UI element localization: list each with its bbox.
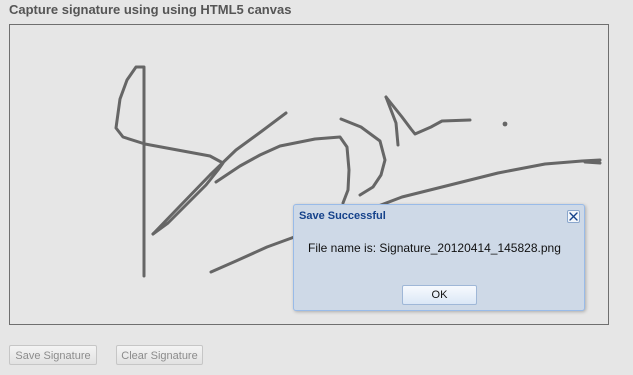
close-icon[interactable]: [567, 210, 580, 223]
save-signature-button[interactable]: Save Signature: [9, 345, 97, 365]
clear-signature-button[interactable]: Clear Signature: [116, 345, 203, 365]
dialog-title: Save Successful: [299, 210, 386, 222]
dialog-header: Save Successful: [294, 205, 584, 227]
ok-button[interactable]: OK: [402, 285, 477, 305]
save-successful-dialog: Save Successful File name is: Signature_…: [293, 204, 585, 311]
dialog-message: File name is: Signature_20120414_145828.…: [308, 241, 561, 255]
page-title: Capture signature using using HTML5 canv…: [9, 2, 292, 17]
